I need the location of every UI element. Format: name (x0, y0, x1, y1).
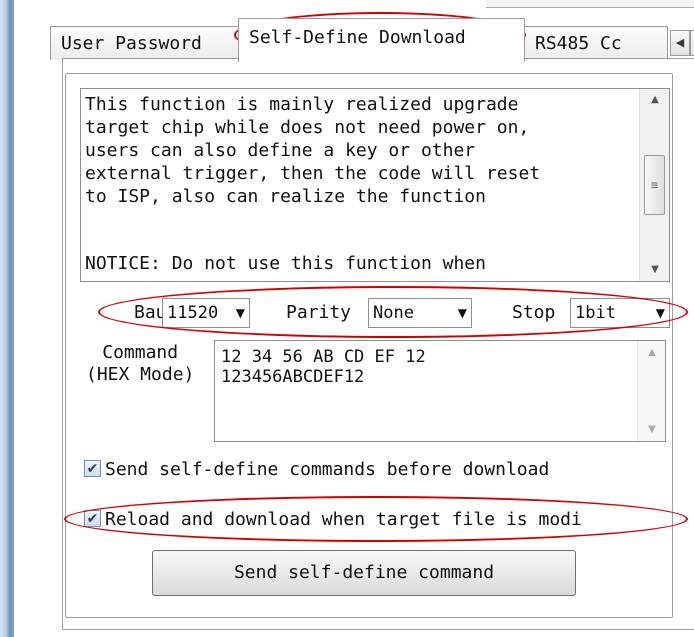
scroll-thumb[interactable]: ≡ (644, 155, 665, 215)
parity-value: None (373, 303, 414, 323)
scroll-down-icon[interactable]: ▼ (640, 259, 669, 281)
description-scrollbar[interactable]: ▲ ≡ ▼ (639, 89, 669, 281)
option-reload-and-download[interactable]: ✔ Reload and download when target file is… (84, 508, 582, 532)
chevron-down-icon: ▼ (235, 306, 245, 320)
tab-user-password[interactable]: User Password (50, 26, 240, 60)
tab-rs485[interactable]: RS485 Cc (524, 26, 668, 60)
description-notice: NOTICE: Do not use this function when (85, 253, 486, 274)
tab-strip: User Password Self-Define Download RS485… (50, 16, 694, 62)
serial-settings-row: Baud 11520 ▼ Parity None ▼ Stop 1bit ▼ (110, 298, 690, 328)
chevron-down-icon: ▼ (457, 306, 467, 320)
baud-select[interactable]: 11520 ▼ (162, 298, 250, 328)
checkbox-checked-icon[interactable]: ✔ (84, 509, 101, 527)
command-scrollbar[interactable]: ▲ ▼ (637, 341, 665, 441)
option-label: Send self-define commands before downloa… (105, 459, 550, 480)
parity-select[interactable]: None ▼ (368, 298, 472, 328)
screenshot-root: User Password Self-Define Download RS485… (0, 0, 694, 637)
stop-select[interactable]: 1bit ▼ (570, 298, 670, 328)
checkbox-checked-icon[interactable]: ✔ (84, 459, 101, 477)
option-label: Reload and download when target file is … (105, 509, 582, 530)
left-arrow-icon[interactable]: ◀ (670, 30, 690, 56)
scroll-down-icon[interactable]: ▼ (638, 424, 665, 435)
scroll-up-icon[interactable]: ▲ (638, 347, 665, 358)
command-textarea[interactable]: 12 34 56 AB CD EF 12 123456ABCDEF12 ▲ ▼ (214, 340, 666, 442)
send-self-define-command-button[interactable]: Send self-define command (152, 550, 576, 596)
parity-label: Parity (286, 302, 352, 323)
tab-self-define-download[interactable]: Self-Define Download (238, 18, 525, 62)
scroll-up-icon[interactable]: ▲ (640, 89, 669, 111)
description-textarea[interactable]: This function is mainly realized upgrade… (80, 88, 670, 282)
stop-value: 1bit (575, 303, 616, 323)
window-edge (0, 0, 14, 637)
command-value: 12 34 56 AB CD EF 12 123456ABCDEF12 (221, 347, 426, 387)
window-top-edge (486, 0, 694, 8)
baud-value: 11520 (167, 303, 219, 323)
stop-label: Stop (512, 302, 556, 323)
command-label: Command (HEX Mode) (86, 342, 195, 385)
option-send-before-download[interactable]: ✔ Send self-define commands before downlo… (84, 458, 549, 482)
chevron-down-icon: ▼ (655, 306, 665, 320)
right-arrow-icon[interactable]: ▶ (690, 30, 694, 56)
description-text: This function is mainly realized upgrade… (85, 94, 541, 207)
